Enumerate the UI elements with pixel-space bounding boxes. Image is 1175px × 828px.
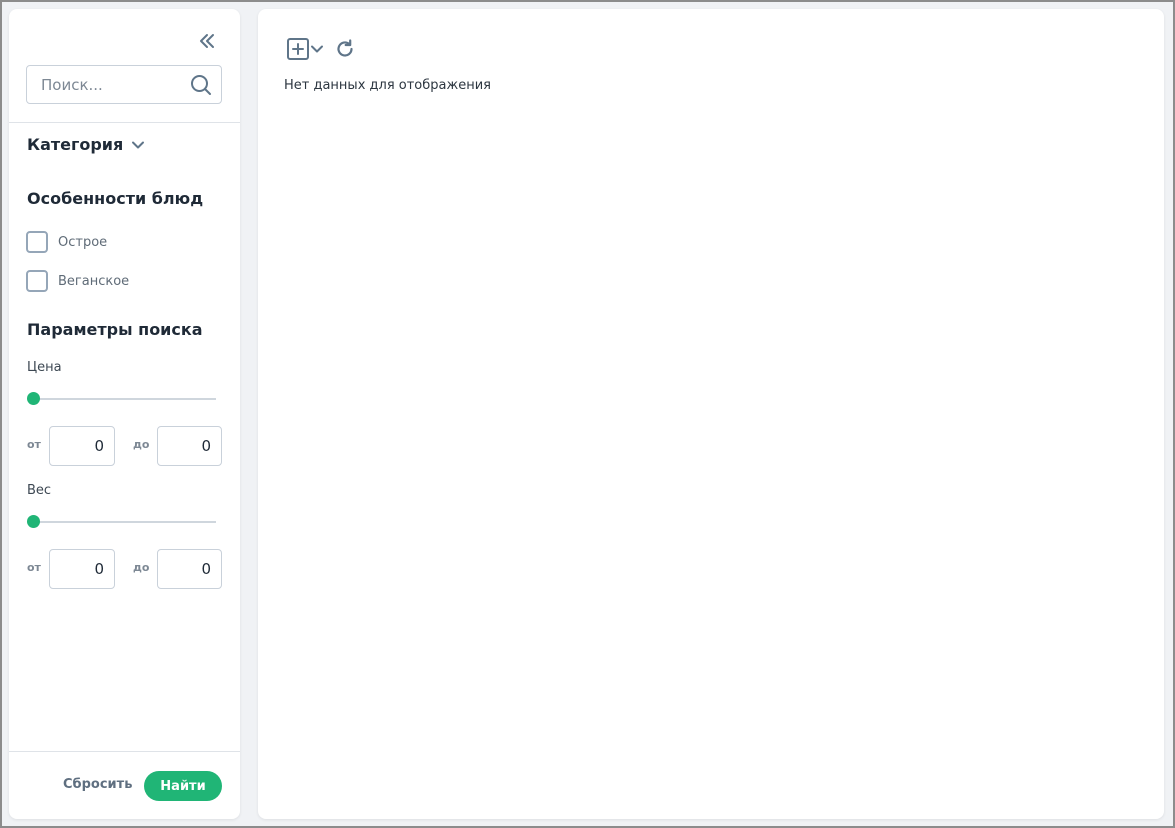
add-dropdown-button[interactable] [286, 37, 324, 61]
chevron-down-icon [132, 141, 145, 148]
search-field [26, 65, 222, 104]
find-button[interactable]: Найти [144, 771, 222, 801]
weight-to-prefix: до [133, 561, 150, 574]
search-params-title: Параметры поиска [27, 320, 203, 339]
double-chevron-left-icon [200, 34, 214, 48]
vegan-checkbox[interactable] [26, 270, 48, 292]
spicy-checkbox[interactable] [26, 231, 48, 253]
category-dropdown[interactable]: Категория [27, 135, 145, 154]
price-range: от до [26, 426, 222, 466]
reset-button[interactable]: Сбросить [63, 777, 132, 792]
filter-sidebar: Категория Особенности блюд Острое Веганс… [9, 9, 240, 819]
weight-to-input[interactable] [157, 549, 222, 589]
price-from-input[interactable] [49, 426, 115, 466]
weight-range: от до [26, 549, 222, 589]
vegan-label: Веганское [58, 273, 130, 289]
price-to-input[interactable] [157, 426, 222, 466]
price-slider-track [33, 398, 216, 400]
price-to-prefix: до [133, 438, 150, 451]
weight-from-prefix: от [27, 561, 41, 574]
price-from-prefix: от [27, 438, 41, 451]
price-label: Цена [27, 360, 62, 375]
weight-slider[interactable] [27, 515, 216, 529]
price-slider-thumb[interactable] [27, 392, 40, 405]
weight-label: Вес [27, 483, 52, 498]
chevron-down-icon [311, 45, 323, 53]
refresh-button[interactable] [334, 38, 356, 60]
weight-from-input[interactable] [49, 549, 115, 589]
feature-option-spicy[interactable]: Острое [26, 231, 107, 253]
results-toolbar [286, 37, 356, 61]
results-panel: Нет данных для отображения [258, 9, 1164, 819]
footer-divider [9, 751, 240, 752]
category-label: Категория [27, 135, 124, 154]
search-input[interactable] [27, 66, 187, 103]
search-divider [9, 122, 240, 123]
search-icon[interactable] [190, 74, 212, 96]
feature-option-vegan[interactable]: Веганское [26, 270, 129, 292]
weight-slider-thumb[interactable] [27, 515, 40, 528]
spicy-label: Острое [58, 234, 108, 250]
features-title: Особенности блюд [27, 189, 204, 208]
price-slider[interactable] [27, 392, 216, 406]
empty-state-message: Нет данных для отображения [284, 78, 491, 93]
collapse-sidebar-button[interactable] [195, 29, 219, 53]
weight-slider-track [33, 521, 216, 523]
add-square-icon [287, 38, 309, 60]
refresh-icon [337, 39, 353, 57]
